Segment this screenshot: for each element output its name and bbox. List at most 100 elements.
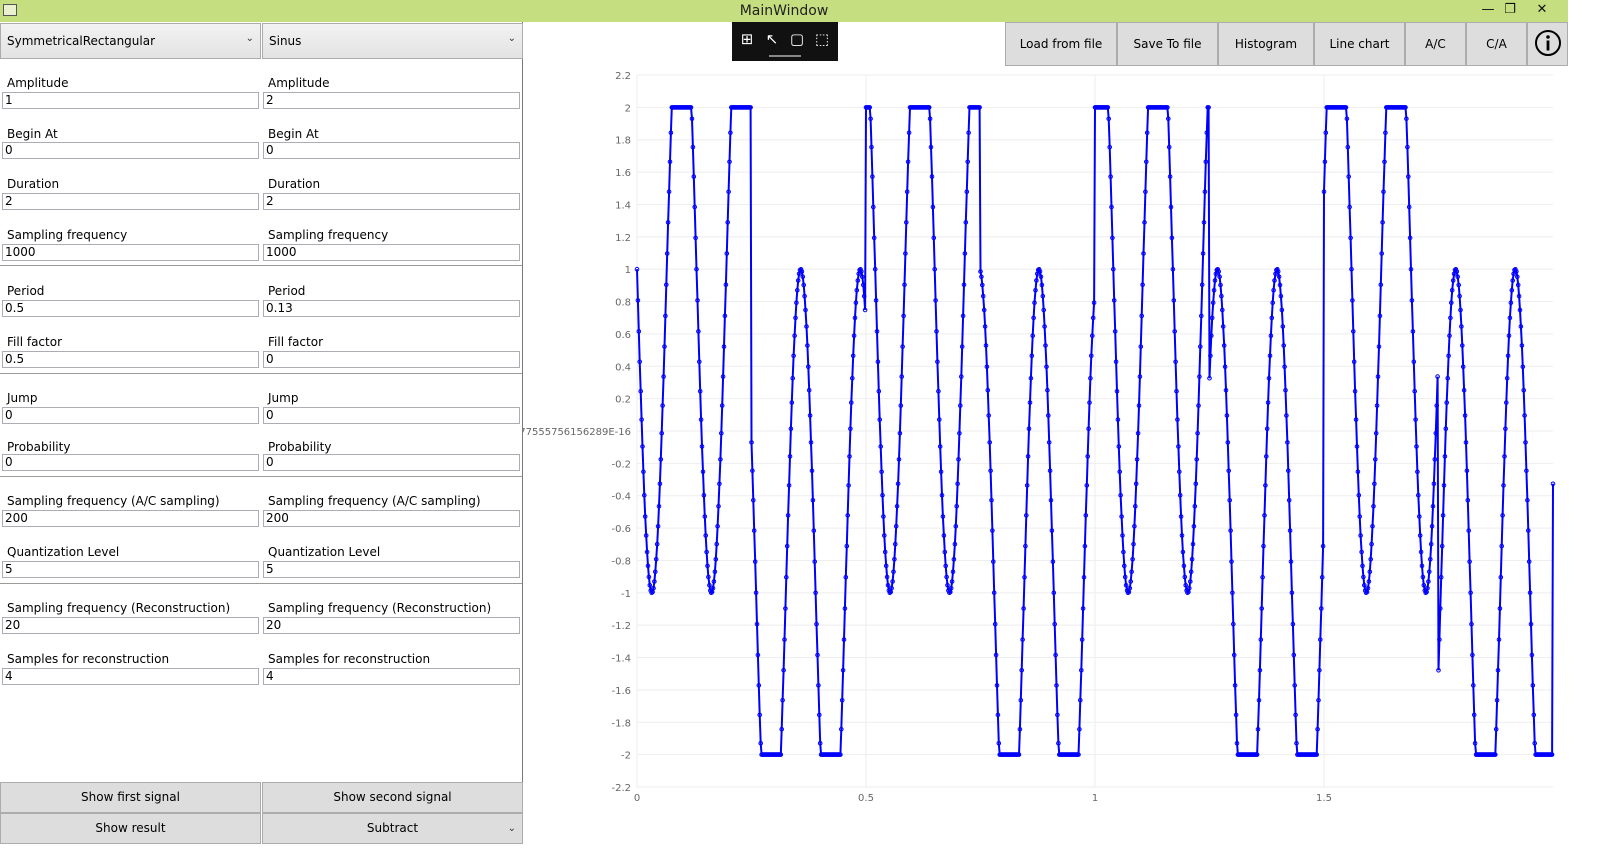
second-param-input[interactable]: 20 (263, 617, 520, 634)
y-tick-label: 0.4 (615, 362, 631, 373)
group-separator (0, 583, 522, 584)
y-tick-label: -2.2 (611, 783, 631, 794)
param-label: Samples for reconstruction (7, 652, 170, 666)
x-tick-label: 0 (634, 793, 640, 804)
second-param-input[interactable]: 0 (263, 351, 520, 368)
y-tick-label: -2 (621, 751, 631, 762)
first-param-input[interactable]: 0 (2, 454, 259, 471)
select-region-icon[interactable]: ⬚ (812, 30, 832, 48)
y-tick-label: 2 (625, 103, 631, 114)
save-to-file-button[interactable]: Save To file (1117, 22, 1218, 66)
chart-toolbar: ⊞ ↖ ▢ ⬚ (732, 22, 838, 61)
second-param-input[interactable]: 2 (263, 92, 520, 109)
title-bar: MainWindow — ❐ ✕ (0, 0, 1568, 22)
y-tick-label: -1.8 (611, 718, 631, 729)
param-label: Fill factor (268, 335, 324, 349)
second-param-input[interactable]: 0 (263, 142, 520, 159)
first-param-input[interactable]: 200 (2, 510, 259, 527)
first-param-input[interactable]: 0.5 (2, 351, 259, 368)
param-label: Sampling frequency (268, 228, 389, 242)
y-tick-label: 1.6 (615, 168, 631, 179)
param-label: Period (268, 284, 306, 298)
second-param-input[interactable]: 0.13 (263, 300, 520, 317)
window-title: MainWindow (739, 3, 829, 19)
param-label: Fill factor (7, 335, 63, 349)
y-tick-label: -0.6 (611, 524, 631, 535)
y-tick-label: -2.77555756156289E-16 (523, 427, 631, 438)
y-tick-label: 1.4 (615, 200, 631, 211)
second-param-input[interactable]: 1000 (263, 244, 520, 261)
group-separator (0, 265, 522, 266)
second-signal-type-value: Sinus (269, 34, 302, 48)
param-label: Period (7, 284, 45, 298)
param-label: Amplitude (268, 76, 330, 90)
param-label: Amplitude (7, 76, 69, 90)
first-param-input[interactable]: 0.5 (2, 300, 259, 317)
param-label: Sampling frequency (Reconstruction) (7, 601, 231, 615)
toolbar-grip[interactable] (769, 55, 801, 57)
show-result-button[interactable]: Show result (0, 813, 261, 844)
first-param-input[interactable]: 1 (2, 92, 259, 109)
first-param-input[interactable]: 4 (2, 668, 259, 685)
first-param-input[interactable]: 0 (2, 142, 259, 159)
first-signal-type-value: SymmetricalRectangular (7, 34, 156, 48)
ca-conversion-button[interactable]: C/A (1466, 22, 1527, 66)
second-param-input[interactable]: 0 (263, 454, 520, 471)
ac-conversion-button[interactable]: A/C (1405, 22, 1466, 66)
first-param-input[interactable]: 5 (2, 561, 259, 578)
y-tick-label: -1.6 (611, 686, 631, 697)
first-param-input[interactable]: 1000 (2, 244, 259, 261)
y-tick-label: 2.2 (615, 71, 631, 82)
info-button[interactable] (1527, 22, 1568, 66)
second-param-input[interactable]: 200 (263, 510, 520, 527)
group-separator (0, 373, 522, 374)
second-param-input[interactable]: 2 (263, 193, 520, 210)
param-label: Samples for reconstruction (268, 652, 431, 666)
second-param-input[interactable]: 0 (263, 407, 520, 424)
param-label: Quantization Level (7, 545, 120, 559)
chevron-down-icon: ⌄ (507, 33, 516, 44)
first-signal-type-select[interactable]: SymmetricalRectangular ⌄ (0, 23, 261, 59)
chevron-down-icon: ⌄ (507, 823, 516, 834)
x-tick-label: 1 (1092, 793, 1098, 804)
first-param-input[interactable]: 2 (2, 193, 259, 210)
show-second-signal-button[interactable]: Show second signal (262, 782, 523, 813)
group-separator (0, 476, 522, 477)
y-tick-label: -0.8 (611, 556, 631, 567)
param-label: Probability (7, 440, 71, 454)
param-label: Sampling frequency (7, 228, 128, 242)
x-tick-label: 1.5 (1316, 793, 1332, 804)
y-tick-label: 1.8 (615, 136, 631, 147)
second-signal-type-select[interactable]: Sinus ⌄ (262, 23, 523, 59)
parameters-panel: SymmetricalRectangular ⌄ Sinus ⌄ Amplitu… (0, 22, 523, 844)
maximize-button[interactable]: ❐ (1496, 1, 1524, 21)
param-label: Sampling frequency (A/C sampling) (268, 494, 481, 508)
load-from-file-button[interactable]: Load from file (1005, 22, 1117, 66)
line-chart-button[interactable]: Line chart (1314, 22, 1405, 66)
select-point-icon[interactable]: ↖ (762, 30, 782, 48)
y-tick-label: 0.2 (615, 395, 631, 406)
param-label: Duration (268, 177, 321, 191)
param-label: Sampling frequency (Reconstruction) (268, 601, 492, 615)
close-button[interactable]: ✕ (1528, 1, 1556, 21)
first-param-input[interactable]: 0 (2, 407, 259, 424)
y-tick-label: -1 (621, 589, 631, 600)
operation-value: Subtract (366, 821, 419, 835)
signal-chart[interactable]: 2.2 2 1.8 1.6 1.4 1.2 1 0.8 0.6 0.4 0.2 -2.77555756… (523, 66, 1568, 840)
zoom-region-icon[interactable]: ⊞ (737, 30, 757, 48)
y-tick-label: -0.2 (611, 459, 631, 470)
chevron-down-icon: ⌄ (245, 33, 254, 44)
fit-view-icon[interactable]: ▢ (787, 30, 807, 48)
second-param-input[interactable]: 4 (263, 668, 520, 685)
y-tick-label: 0.6 (615, 330, 631, 341)
y-tick-label: -1.4 (611, 654, 631, 665)
show-first-signal-button[interactable]: Show first signal (0, 782, 261, 813)
first-param-input[interactable]: 20 (2, 617, 259, 634)
second-param-input[interactable]: 5 (263, 561, 520, 578)
y-tick-label: -1.2 (611, 621, 631, 632)
operation-select[interactable]: Subtract ⌄ (262, 813, 523, 844)
histogram-button[interactable]: Histogram (1218, 22, 1314, 66)
param-label: Probability (268, 440, 332, 454)
param-label: Jump (7, 391, 38, 405)
param-label: Begin At (268, 127, 319, 141)
